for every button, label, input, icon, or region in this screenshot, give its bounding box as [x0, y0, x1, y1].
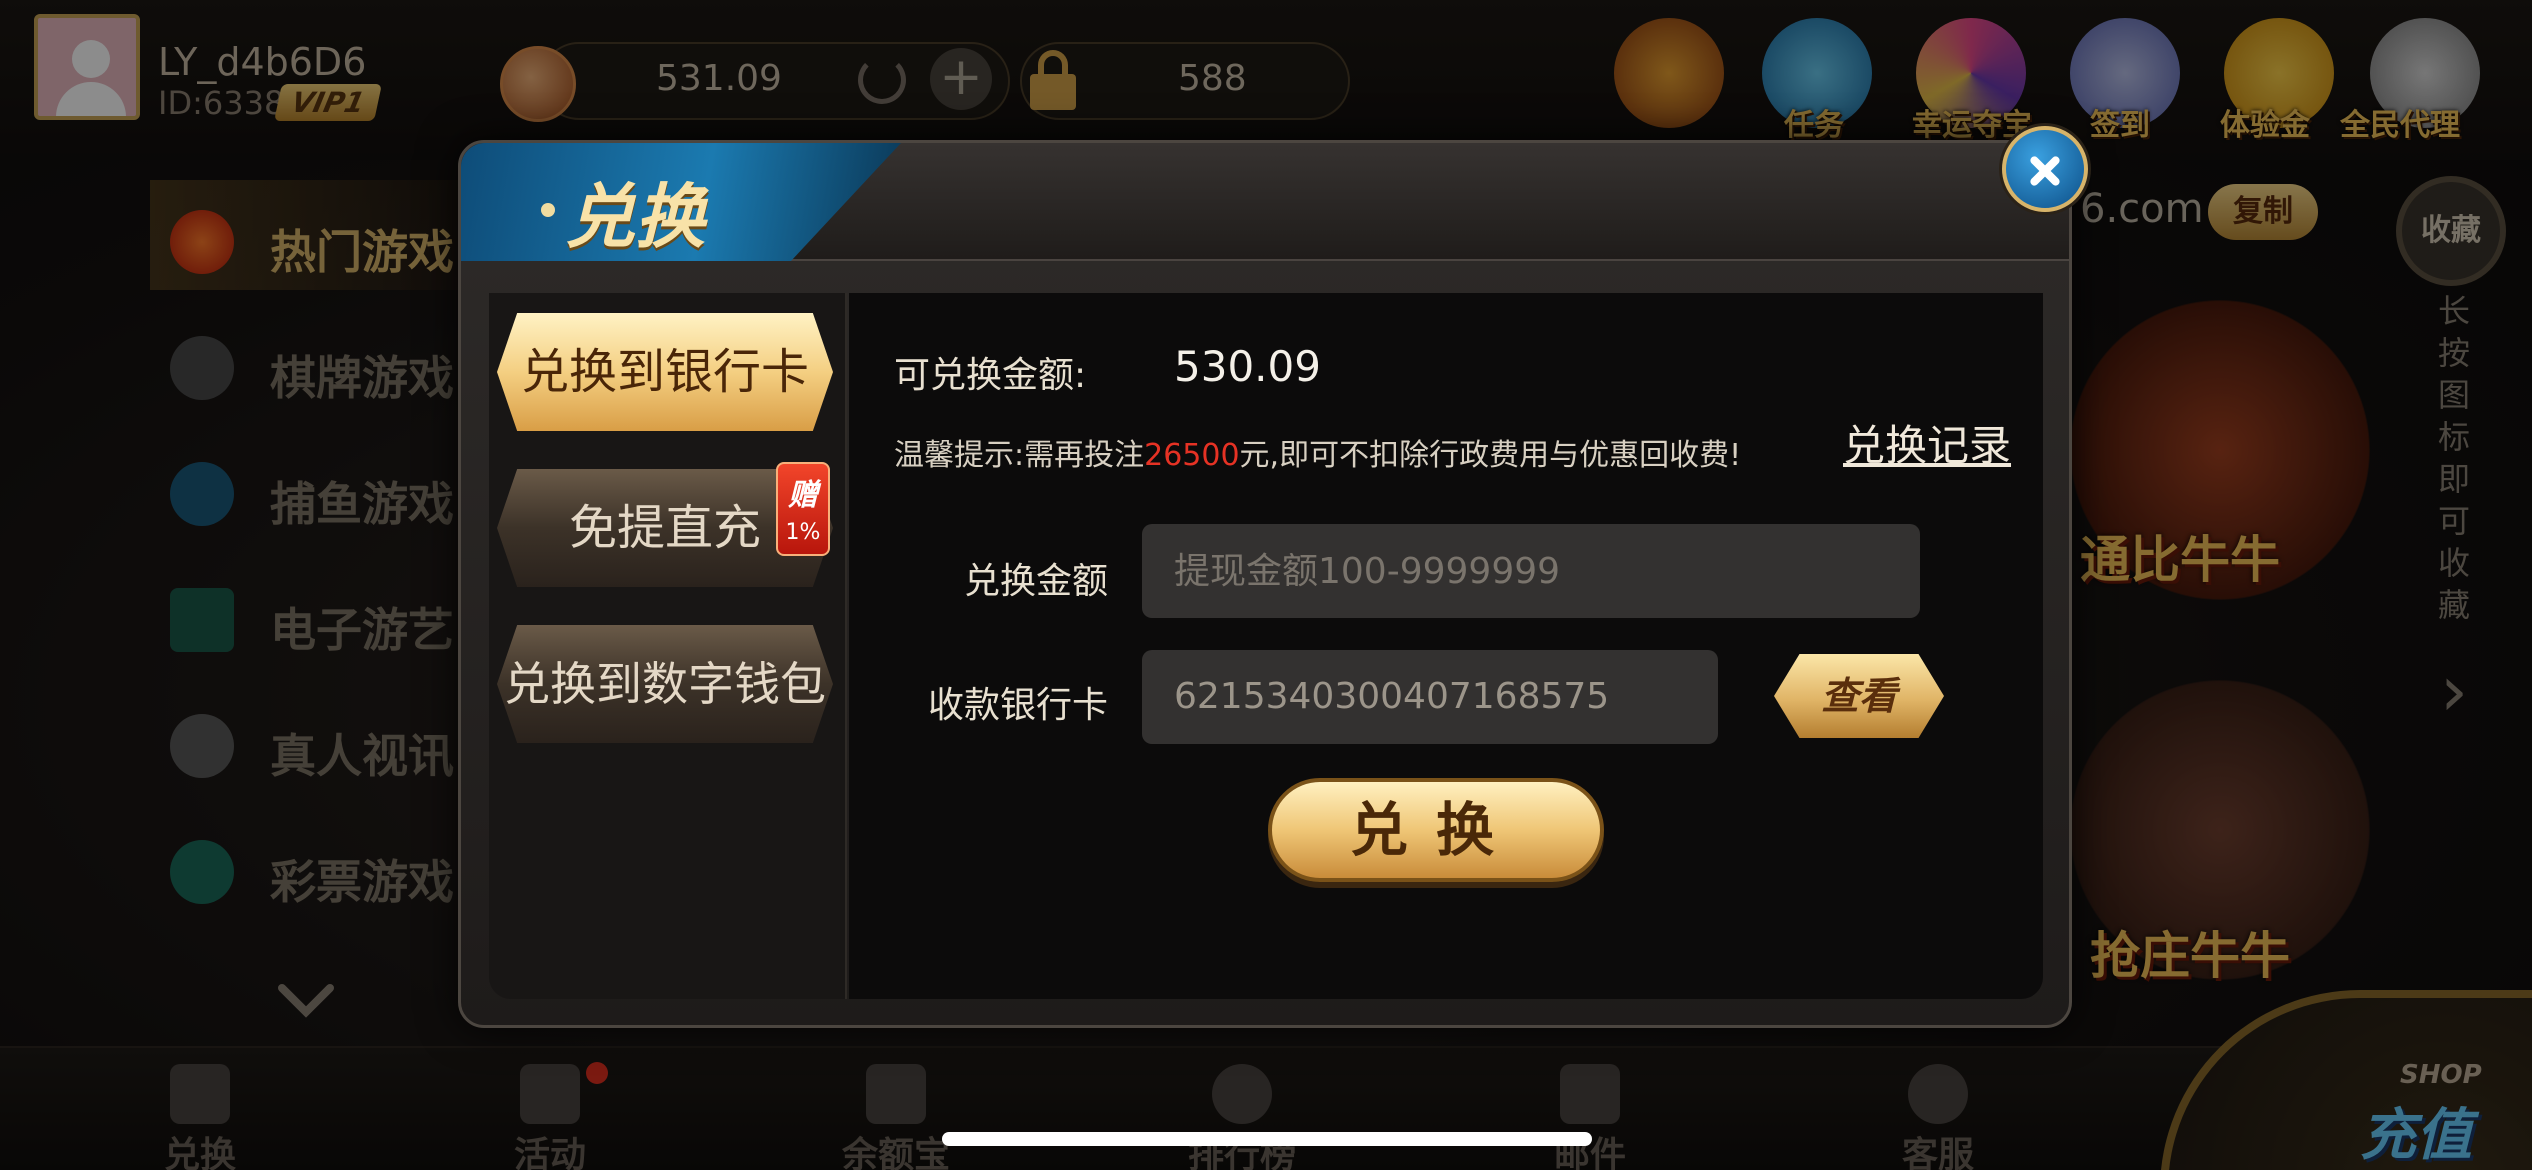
exchange-amount-input[interactable] — [1142, 524, 1920, 618]
tab-label: 兑换到银行卡 — [520, 344, 809, 400]
gift-badge: 赠 1% — [776, 462, 830, 556]
title-dot — [541, 203, 555, 217]
exchange-form — [849, 293, 2043, 999]
gift-badge-percent: 1% — [785, 520, 821, 545]
title-tab: 兑换 — [461, 143, 901, 261]
available-amount: 530.09 — [1174, 342, 1321, 391]
tip-prefix: 温馨提示:需再投注 — [894, 438, 1145, 473]
dialog-header: 兑换 — [461, 143, 2069, 261]
exchange-record-link[interactable]: 兑换记录 — [1843, 412, 2011, 473]
home-indicator[interactable] — [942, 1132, 1592, 1146]
view-card-button[interactable]: 查看 — [1774, 654, 1944, 738]
tab-bank-card[interactable]: 兑换到银行卡 — [497, 313, 833, 431]
close-button[interactable] — [2002, 126, 2088, 212]
tab-digital-wallet[interactable]: 兑换到数字钱包 — [497, 625, 833, 743]
dialog-title: 兑换 — [565, 176, 705, 258]
card-label: 收款银行卡 — [928, 685, 1109, 726]
tip-amount: 26500 — [1144, 438, 1240, 473]
exchange-method-panel: 兑换到银行卡 免提直充 兑换到数字钱包 — [489, 293, 847, 999]
gift-badge-text: 赠 — [788, 478, 818, 513]
betting-tip: 温馨提示:需再投注26500元,即可不扣除行政费用与优惠回收费! — [894, 430, 1741, 474]
tab-label: 兑换到数字钱包 — [504, 657, 826, 711]
available-label: 可兑换金额: — [894, 355, 1087, 396]
tip-suffix: 元,即可不扣除行政费用与优惠回收费! — [1239, 438, 1742, 473]
bank-card-field[interactable]: 6215340300407168575 — [1142, 650, 1718, 744]
exchange-submit-button[interactable]: 兑换 — [1268, 778, 1604, 882]
amount-label: 兑换金额 — [964, 561, 1109, 602]
